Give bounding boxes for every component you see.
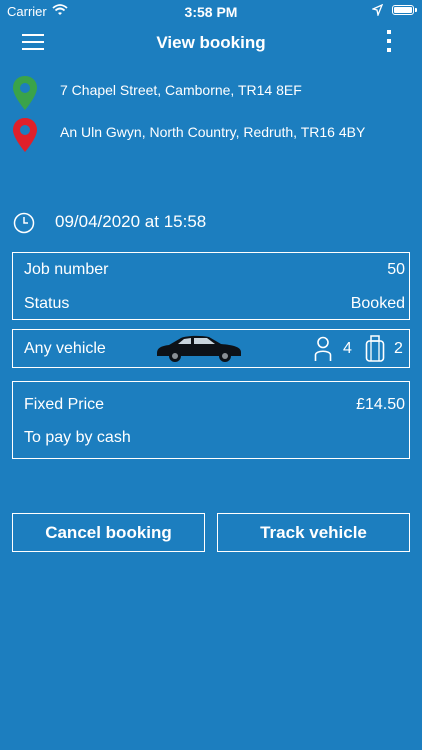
luggage-icon [365, 335, 385, 362]
passenger-count: 4 [343, 340, 352, 357]
pickup-pin-icon [13, 76, 37, 110]
dropoff-address: An Uln Gwyn, North Country, Redruth, TR1… [60, 124, 366, 140]
more-icon-dot [387, 48, 391, 52]
vehicle-type-label: Any vehicle [24, 340, 106, 357]
price-value: £14.50 [356, 396, 405, 413]
dropoff-pin-icon [13, 118, 37, 152]
passenger-icon [314, 336, 332, 361]
booking-datetime: 09/04/2020 at 15:58 [55, 212, 207, 231]
cancel-booking-button[interactable]: Cancel booking [12, 513, 205, 552]
more-options-button[interactable] [380, 30, 398, 56]
status-bar: Carrier 3:58 PM [0, 0, 422, 22]
payment-method: To pay by cash [24, 429, 131, 446]
job-number-value: 50 [387, 261, 405, 278]
location-arrow-icon [372, 4, 383, 16]
more-icon-dot [387, 30, 391, 34]
more-icon-dot [387, 39, 391, 43]
status-time: 3:58 PM [184, 4, 238, 20]
job-details-box: Job number 50 Status Booked [12, 252, 410, 320]
vehicle-box: Any vehicle 4 2 [12, 329, 410, 368]
price-type-label: Fixed Price [24, 396, 105, 413]
price-box: Fixed Price £14.50 To pay by cash [12, 381, 410, 459]
job-number-label: Job number [24, 261, 109, 278]
page-title: View booking [156, 33, 266, 52]
car-icon [157, 335, 241, 362]
status-value: Booked [350, 295, 405, 312]
clock-icon [13, 212, 35, 234]
battery-tip [415, 8, 417, 12]
battery-icon [392, 5, 414, 15]
luggage-count: 2 [394, 340, 403, 357]
track-vehicle-button[interactable]: Track vehicle [217, 513, 410, 552]
status-label: Status [24, 295, 70, 312]
pickup-address: 7 Chapel Street, Camborne, TR14 8EF [60, 82, 302, 98]
